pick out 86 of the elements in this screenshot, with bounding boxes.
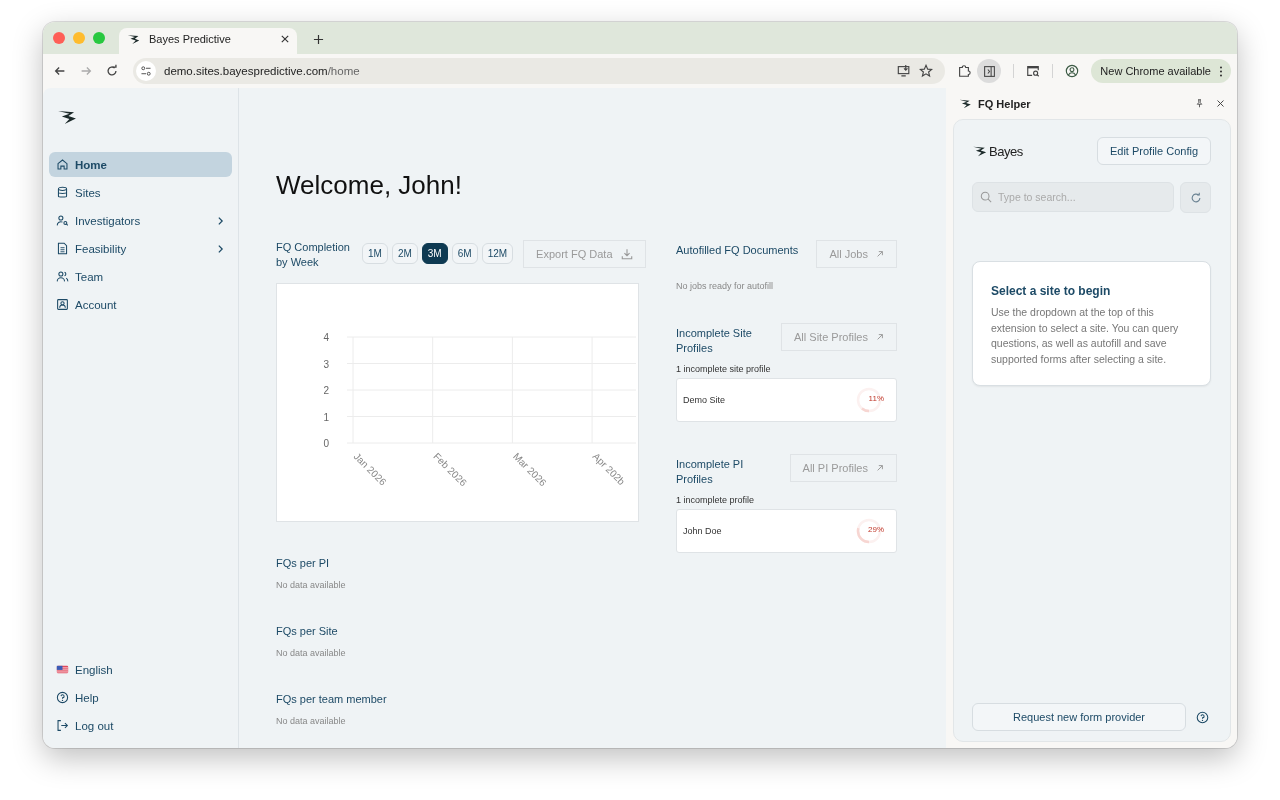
profile-name: Demo Site <box>683 395 726 405</box>
users-icon <box>56 270 69 283</box>
close-icon[interactable] <box>1216 99 1225 108</box>
user-card-icon <box>56 298 69 311</box>
axis-tick-label: 1 <box>323 411 329 423</box>
tab-title: Bayes Predictive <box>149 33 232 45</box>
logout-icon <box>56 719 69 732</box>
profile-icon[interactable] <box>1065 64 1080 78</box>
section-title: Incomplete PI Profiles <box>676 457 745 487</box>
more-icon <box>1219 65 1223 77</box>
refresh-icon <box>1189 191 1202 204</box>
empty-message: No data available <box>276 716 347 726</box>
tab-search-icon[interactable] <box>1026 64 1041 78</box>
axis-tick-label: 4 <box>323 332 329 343</box>
logo-icon <box>959 98 972 109</box>
logo-icon <box>57 110 78 125</box>
section-title: FQs per Site <box>276 625 339 637</box>
user-search-icon <box>56 214 69 227</box>
progress-ring <box>854 516 884 546</box>
flag-icon <box>56 663 69 676</box>
range-button[interactable]: 2M <box>391 243 418 264</box>
database-icon <box>56 186 69 199</box>
home-icon <box>56 158 69 171</box>
side-panel-button[interactable] <box>977 59 1002 83</box>
help-icon[interactable] <box>1196 710 1209 724</box>
arrow-icon <box>876 333 884 341</box>
page-heading: Welcome, John! <box>276 170 463 201</box>
info-text: Use the dropdown at the top of this extension to select a site. You can query questions, as well as autofill and save supported forms after selecting a site. <box>991 305 1180 367</box>
nav-item[interactable]: Account <box>49 292 232 317</box>
section-title: FQ Completion by Week <box>276 240 351 270</box>
axis-tick-label: 2 <box>323 385 329 396</box>
arrow-icon <box>876 250 884 258</box>
star-icon[interactable] <box>919 64 934 78</box>
section-title: Autofilled FQ Documents <box>676 243 799 258</box>
empty-message: No jobs ready for autofill <box>676 281 775 291</box>
url-text: demo.sites.bayespredictive.com/home <box>164 65 360 77</box>
puzzle-icon[interactable] <box>957 64 972 78</box>
edit-config-button[interactable]: Edit Profile Config <box>1096 137 1211 165</box>
nav-item[interactable]: Investigators <box>49 208 232 233</box>
percent-text: 29% <box>868 525 884 534</box>
nav-item[interactable]: Help <box>49 685 232 710</box>
address-bar[interactable]: demo.sites.bayespredictive.com/home <box>133 58 946 84</box>
range-button[interactable]: 12M <box>481 243 514 264</box>
search-field[interactable]: Type to search... <box>972 182 1174 212</box>
range-button[interactable]: 6M <box>451 243 478 264</box>
request-provider-button[interactable]: Request new form provider <box>972 703 1186 731</box>
axis-tick-label: 0 <box>323 438 329 449</box>
browser-tab[interactable]: Bayes Predictive <box>119 28 297 54</box>
profile-count: 1 incomplete profile <box>676 495 756 505</box>
profile-card[interactable]: John Doe 29% <box>676 509 897 553</box>
language-selector[interactable]: English <box>49 657 232 682</box>
install-icon[interactable] <box>897 64 912 78</box>
pin-icon[interactable] <box>1195 99 1204 108</box>
progress-ring <box>854 385 884 415</box>
empty-message: No data available <box>276 648 347 658</box>
help-icon <box>56 691 69 704</box>
profile-count: 1 incomplete site profile <box>676 364 772 374</box>
reload-icon[interactable] <box>105 64 119 78</box>
section-title: FQs per team member <box>276 693 388 705</box>
download-icon <box>620 248 633 260</box>
empty-message: No data available <box>276 580 347 590</box>
nav-item[interactable]: Feasibility <box>49 236 232 261</box>
nav-item[interactable]: Team <box>49 264 232 289</box>
site-settings-icon[interactable] <box>136 61 156 81</box>
logo-text: Bayes <box>989 143 1023 159</box>
percent-text: 11% <box>868 394 884 403</box>
nav-item[interactable]: Log out <box>49 713 232 738</box>
section-title: FQs per PI <box>276 557 331 569</box>
arrow-icon <box>876 464 884 472</box>
document-icon <box>56 242 69 255</box>
profile-name: John Doe <box>683 526 722 536</box>
range-button[interactable]: 3M <box>421 243 448 264</box>
new-tab-icon[interactable] <box>313 34 324 45</box>
profile-card[interactable]: Demo Site 11% <box>676 378 897 422</box>
section-title: Incomplete Site Profiles <box>676 326 753 356</box>
update-button[interactable]: New Chrome available <box>1091 59 1231 83</box>
info-title: Select a site to begin <box>991 284 1111 298</box>
axis-tick-label: 3 <box>323 358 329 370</box>
nav-item[interactable]: Home <box>49 152 232 177</box>
back-icon[interactable] <box>53 64 67 78</box>
logo-icon <box>127 33 141 45</box>
nav-item[interactable]: Sites <box>49 180 232 205</box>
close-icon[interactable] <box>281 35 289 43</box>
range-button[interactable]: 1M <box>362 243 388 264</box>
side-panel-icon <box>982 64 996 78</box>
panel-title: FQ Helper <box>978 97 1031 110</box>
